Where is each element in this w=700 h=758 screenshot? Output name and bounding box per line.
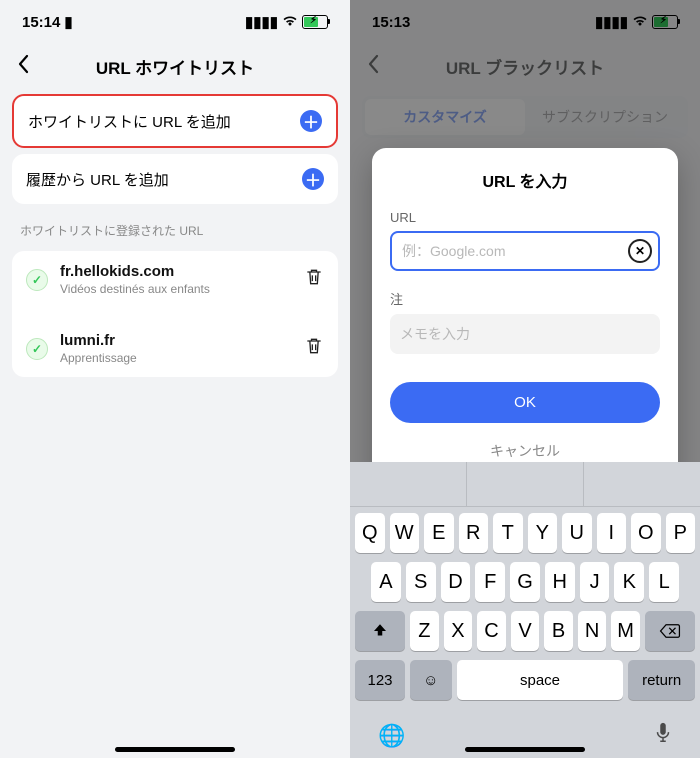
key-b[interactable]: B (544, 611, 573, 651)
kb-row1: QWERTYUIOP (353, 513, 697, 553)
key-x[interactable]: X (444, 611, 473, 651)
add-history-row[interactable]: 履歴から URL を追加 ＋ (12, 154, 338, 204)
add-whitelist-row[interactable]: ホワイトリストに URL を追加 ＋ (14, 96, 336, 146)
location-icon: ▮ (64, 13, 72, 31)
key-f[interactable]: F (475, 562, 505, 602)
plus-icon: ＋ (300, 110, 322, 132)
key-y[interactable]: Y (528, 513, 558, 553)
add-history-label: 履歴から URL を追加 (26, 169, 169, 190)
status-bar: 15:14▮ ▮▮▮▮ ⚡︎ (0, 0, 350, 44)
key-j[interactable]: J (580, 562, 610, 602)
url-field-label: URL (390, 210, 660, 225)
key-m[interactable]: M (611, 611, 640, 651)
key-t[interactable]: T (493, 513, 523, 553)
key-e[interactable]: E (424, 513, 454, 553)
item-title: fr.hellokids.com (60, 263, 292, 280)
numbers-key[interactable]: 123 (355, 660, 405, 700)
key-n[interactable]: N (578, 611, 607, 651)
blacklist-screen: 15:13 ▮▮▮▮ ⚡︎ URL ブラックリスト カスタマイズ サブスクリプシ… (350, 0, 700, 758)
page-title: URL ホワイトリスト (0, 54, 350, 79)
key-p[interactable]: P (666, 513, 696, 553)
space-key[interactable]: space (457, 660, 624, 700)
key-v[interactable]: V (511, 611, 540, 651)
home-indicator[interactable] (465, 747, 585, 752)
key-z[interactable]: Z (410, 611, 439, 651)
clear-icon[interactable]: ✕ (628, 239, 652, 263)
key-d[interactable]: D (441, 562, 471, 602)
key-a[interactable]: A (371, 562, 401, 602)
key-l[interactable]: L (649, 562, 679, 602)
keyboard[interactable]: QWERTYUIOP ASDFGHJKL ZXCVBNM 123 ☺ space… (350, 462, 700, 758)
kb-suggestions[interactable] (350, 462, 700, 507)
item-title: lumni.fr (60, 332, 292, 349)
check-icon: ✓ (26, 269, 48, 291)
globe-icon[interactable]: 🌐 (378, 723, 405, 749)
backspace-key[interactable] (645, 611, 695, 651)
nav-bar: URL ホワイトリスト (0, 44, 350, 88)
check-icon: ✓ (26, 338, 48, 360)
battery-icon: ⚡︎ (302, 15, 328, 29)
key-h[interactable]: H (545, 562, 575, 602)
key-u[interactable]: U (562, 513, 592, 553)
key-q[interactable]: Q (355, 513, 385, 553)
item-subtitle: Vidéos destinés aux enfants (60, 282, 292, 296)
plus-icon: ＋ (302, 168, 324, 190)
signal-icon: ▮▮▮▮ (245, 13, 278, 31)
modal-title: URL を入力 (390, 168, 660, 192)
kb-row3: ZXCVBNM (353, 611, 697, 651)
wifi-icon (282, 14, 298, 31)
key-s[interactable]: S (406, 562, 436, 602)
add-url-highlight: ホワイトリストに URL を追加 ＋ (12, 94, 338, 148)
add-whitelist-label: ホワイトリストに URL を追加 (28, 111, 231, 132)
ok-button[interactable]: OK (390, 382, 660, 423)
home-indicator[interactable] (115, 747, 235, 752)
list-item[interactable]: ✓ lumni.fr Apprentissage (12, 320, 338, 377)
key-o[interactable]: O (631, 513, 661, 553)
key-w[interactable]: W (390, 513, 420, 553)
key-k[interactable]: K (614, 562, 644, 602)
back-button[interactable] (16, 54, 30, 79)
section-header: ホワイトリストに登録された URL (12, 204, 338, 245)
memo-input[interactable] (390, 314, 660, 354)
return-key[interactable]: return (628, 660, 695, 700)
whitelist-screen: 15:14▮ ▮▮▮▮ ⚡︎ URL ホワイトリスト ホワイトリストに URL … (0, 0, 350, 758)
item-subtitle: Apprentissage (60, 351, 292, 365)
mic-icon[interactable] (654, 722, 672, 750)
kb-row4: 123 ☺ space return (353, 660, 697, 700)
kb-row2: ASDFGHJKL (353, 562, 697, 602)
emoji-key[interactable]: ☺ (410, 660, 452, 700)
key-r[interactable]: R (459, 513, 489, 553)
list-item[interactable]: ✓ fr.hellokids.com Vidéos destinés aux e… (12, 251, 338, 308)
trash-icon[interactable] (304, 267, 324, 292)
note-field-label: 注 (390, 289, 660, 308)
key-g[interactable]: G (510, 562, 540, 602)
url-input[interactable] (390, 231, 660, 271)
shift-key[interactable] (355, 611, 405, 651)
key-c[interactable]: C (477, 611, 506, 651)
status-time: 15:14 (22, 14, 60, 31)
key-i[interactable]: I (597, 513, 627, 553)
url-input-modal: URL を入力 URL ✕ 注 OK キャンセル (372, 148, 678, 487)
trash-icon[interactable] (304, 336, 324, 361)
status-right: ▮▮▮▮ ⚡︎ (245, 13, 328, 31)
